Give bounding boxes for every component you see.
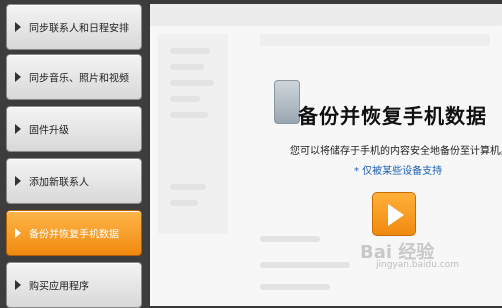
page-subtitle: 您可以将储存于手机的内容安全地备份至计算机。 [290, 146, 502, 157]
sidebar-item-buy-apps[interactable]: 购买应用程序 [6, 262, 142, 308]
sidebar-item-label: 同步音乐、照片和视频 [29, 73, 129, 85]
chevron-right-icon [15, 22, 21, 32]
chevron-right-icon [15, 72, 21, 82]
page-title: 备份并恢复手机数据 [298, 104, 487, 128]
sidebar-item-sync-media[interactable]: 同步音乐、照片和视频 [6, 54, 142, 100]
chevron-right-icon [15, 228, 21, 238]
sidebar-item-backup-restore[interactable]: 备份并恢复手机数据 [6, 210, 142, 256]
sidebar-item-add-contact[interactable]: 添加新联系人 [6, 158, 142, 204]
play-icon [388, 204, 404, 226]
start-backup-button[interactable] [372, 192, 416, 236]
sidebar: 同步联系人和日程安排 同步音乐、照片和视频 固件升级 添加新联系人 备份并恢复手… [0, 0, 148, 308]
main-panel: 备份并恢复手机数据 您可以将储存于手机的内容安全地备份至计算机。 * 仅被某些设… [150, 4, 502, 306]
sidebar-item-sync-contacts[interactable]: 同步联系人和日程安排 [6, 4, 142, 50]
support-note-link[interactable]: * 仅被某些设备支持 [354, 162, 442, 177]
sidebar-item-label: 同步联系人和日程安排 [29, 23, 129, 35]
background-line [260, 262, 350, 268]
background-line [170, 96, 200, 102]
chevron-right-icon [15, 124, 21, 134]
background-line [170, 112, 208, 118]
background-line [170, 184, 206, 190]
background-line [170, 64, 204, 70]
background-line [260, 284, 330, 290]
chevron-right-icon [15, 280, 21, 290]
background-header [260, 34, 490, 46]
background-line [170, 80, 214, 86]
sidebar-item-label: 固件升级 [29, 125, 69, 137]
sidebar-item-label: 购买应用程序 [29, 281, 89, 293]
sidebar-item-firmware[interactable]: 固件升级 [6, 106, 142, 152]
chevron-right-icon [15, 176, 21, 186]
watermark-url: jingyan.baidu.com [376, 260, 460, 270]
sidebar-item-label: 添加新联系人 [29, 177, 89, 189]
background-line [260, 236, 320, 242]
background-toolbar [150, 4, 502, 26]
background-line [170, 48, 210, 54]
sidebar-item-label: 备份并恢复手机数据 [29, 229, 119, 241]
phone-icon [274, 80, 300, 124]
background-line [170, 200, 198, 206]
